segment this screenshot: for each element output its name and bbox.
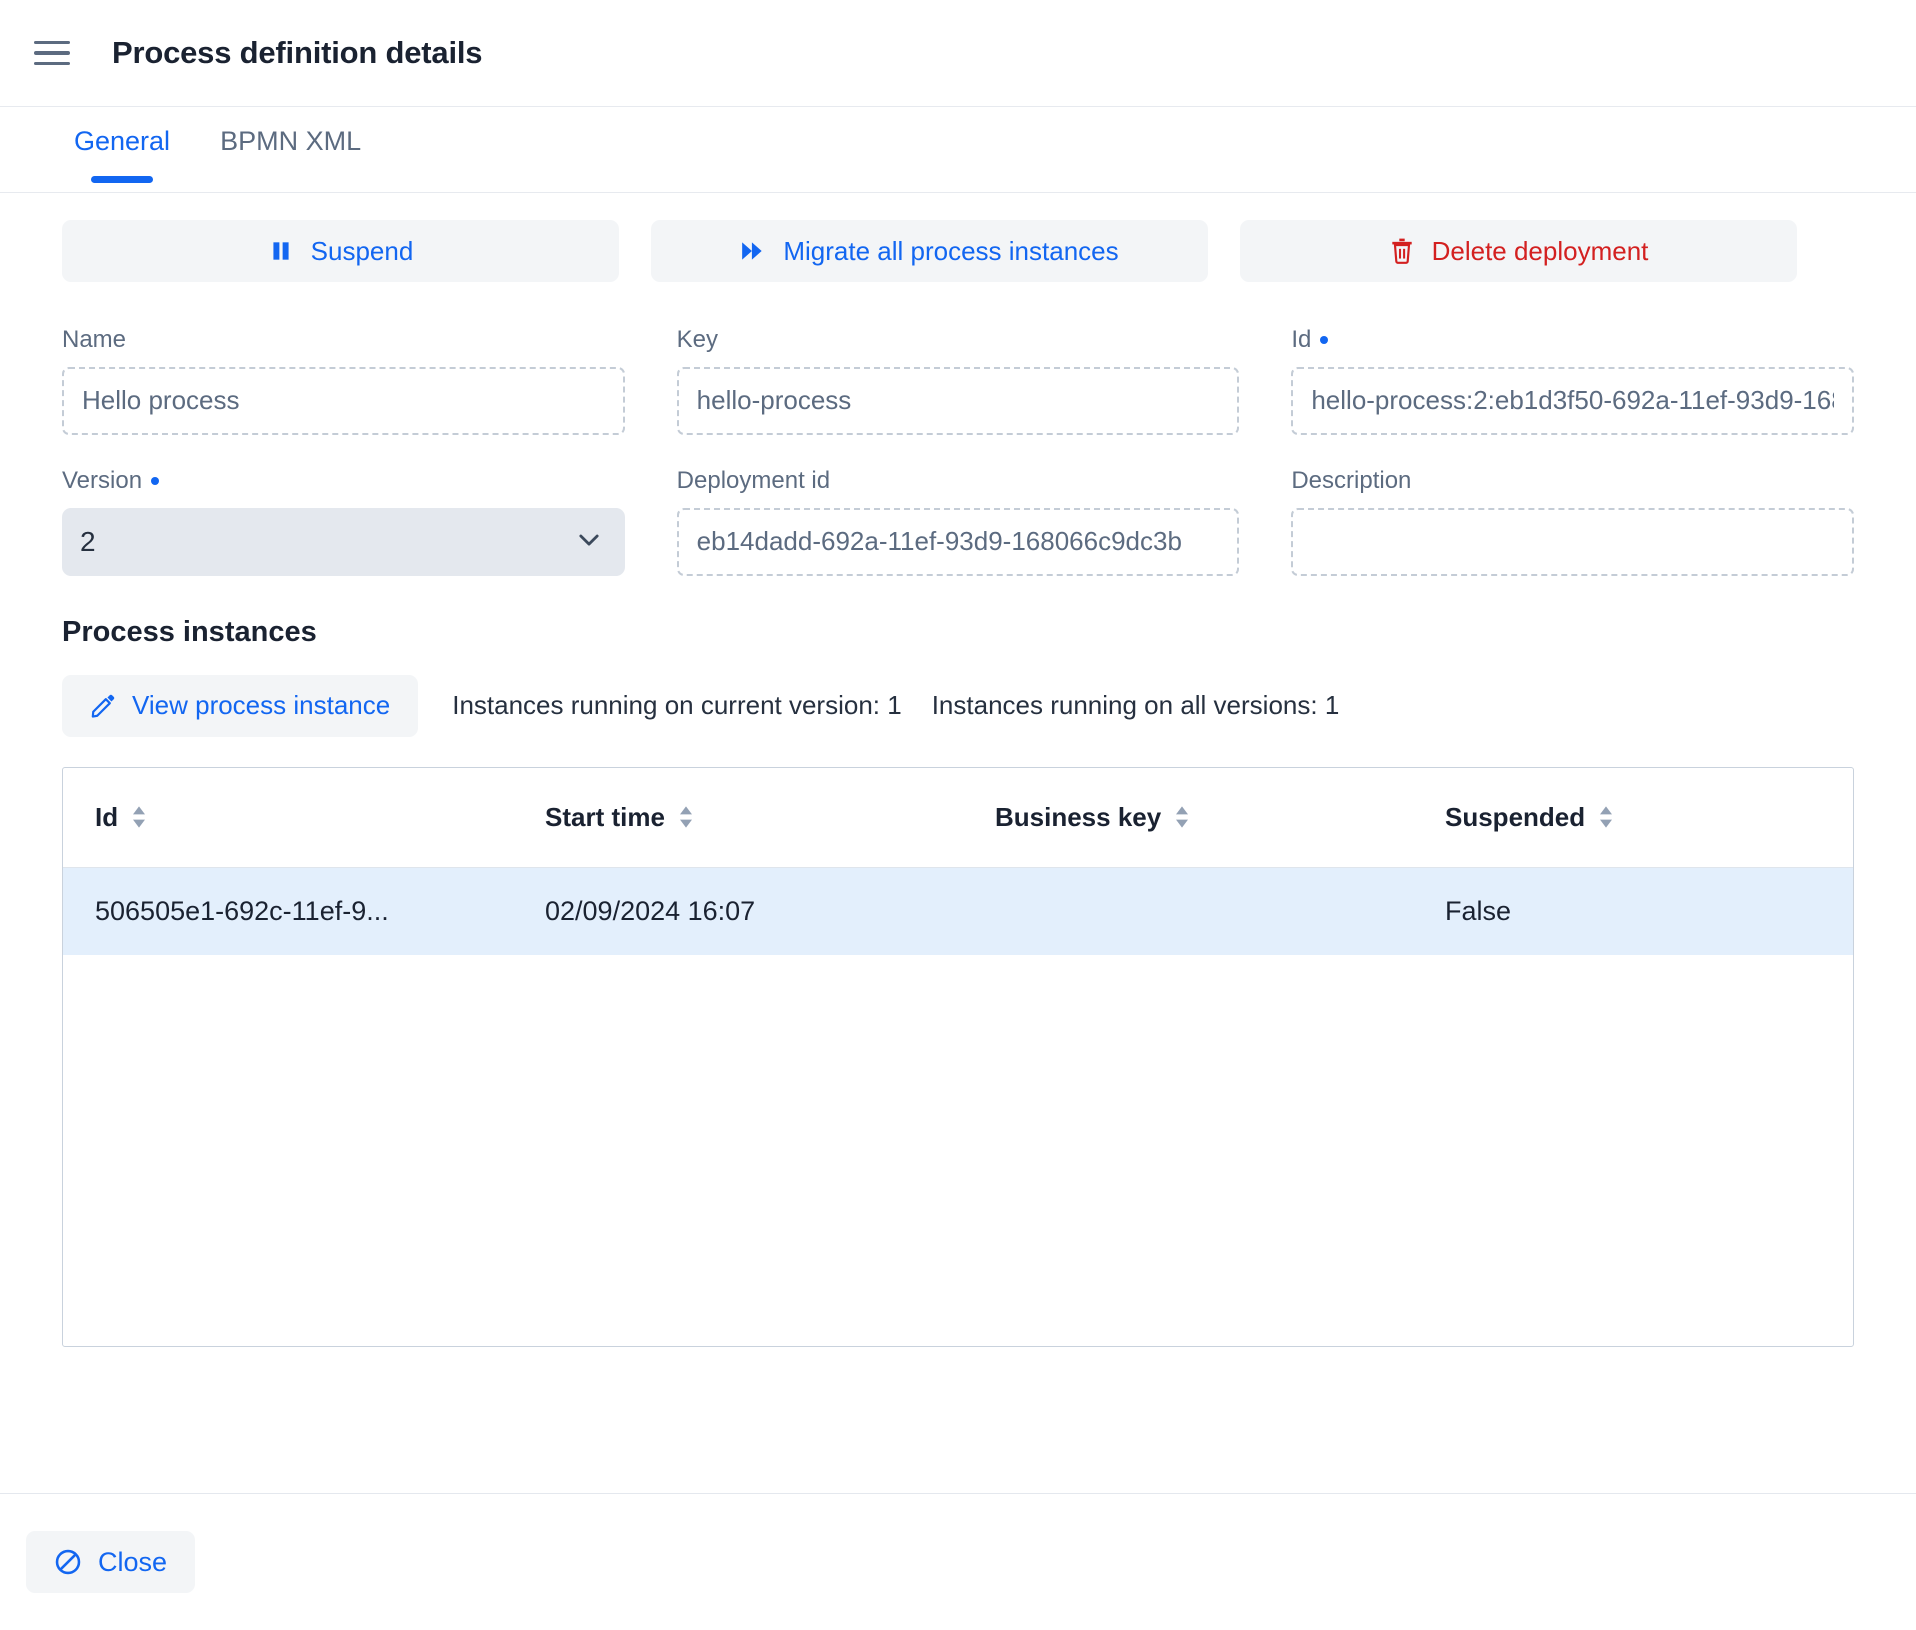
tab-bar: General BPMN XML [0,107,1916,193]
id-label-text: Id [1291,326,1311,355]
key-label-text: Key [677,326,718,355]
deployment-id-input[interactable] [677,508,1240,576]
suspend-button[interactable]: Suspend [62,220,619,282]
delete-deployment-button-label: Delete deployment [1432,238,1649,264]
name-label: Name [62,326,625,355]
form-row-2: Version 2 Deployment id [62,467,1854,576]
version-label-text: Version [62,467,142,496]
key-label: Key [677,326,1240,355]
pause-icon [268,238,294,264]
column-header-suspended[interactable]: Suspended [1413,768,1853,868]
key-input[interactable] [677,367,1240,435]
cell-suspended: False [1413,867,1853,955]
version-label: Version [62,467,625,496]
id-input[interactable] [1291,367,1854,435]
close-button-label: Close [98,1547,167,1578]
field-key: Key [677,326,1240,435]
required-dot-icon [1320,336,1328,344]
tab-bpmn-xml-label: BPMN XML [220,126,361,156]
hamburger-bar [34,62,70,66]
description-label: Description [1291,467,1854,496]
name-input[interactable] [62,367,625,435]
process-instances-table: Id Start time [63,768,1853,955]
deployment-id-label: Deployment id [677,467,1240,496]
column-header-id[interactable]: Id [63,768,513,868]
action-button-row: Suspend Migrate all process instances [0,193,1916,282]
view-process-instance-button[interactable]: View process instance [62,675,418,737]
name-label-text: Name [62,326,126,355]
close-button[interactable]: Close [26,1531,195,1593]
sort-arrows-icon[interactable] [130,805,148,829]
view-process-instance-label: View process instance [132,690,390,721]
form-row-1: Name Key Id [62,326,1854,435]
table-head: Id Start time [63,768,1853,868]
field-deployment-id: Deployment id [677,467,1240,576]
column-header-start-time[interactable]: Start time [513,768,963,868]
required-dot-icon [151,477,159,485]
top-bar: Process definition details [0,0,1916,107]
tab-bpmn-xml[interactable]: BPMN XML [208,116,373,183]
cell-id: 506505e1-692c-11ef-9... [63,867,513,955]
table-row[interactable]: 506505e1-692c-11ef-9... 02/09/2024 16:07… [63,867,1853,955]
field-version: Version 2 [62,467,625,576]
ban-circle-icon [54,1548,82,1576]
cell-business-key [963,867,1413,955]
sort-arrows-icon[interactable] [1173,805,1191,829]
sort-arrows-icon[interactable] [677,805,695,829]
tab-general-label: General [74,126,170,156]
column-header-business-key[interactable]: Business key [963,768,1413,868]
trash-icon [1389,237,1415,265]
column-header-business-key-label: Business key [995,802,1161,833]
pencil-icon [90,693,116,719]
column-header-id-label: Id [95,802,118,833]
page-title: Process definition details [112,35,482,71]
column-header-start-time-label: Start time [545,802,665,833]
instance-counts: Instances running on current version: 1 … [452,690,1339,721]
footer-bar: Close [0,1494,1916,1630]
cell-start-time: 02/09/2024 16:07 [513,867,963,955]
hamburger-menu-icon[interactable] [34,32,76,74]
tab-general[interactable]: General [62,116,182,183]
definition-form: Name Key Id Version [0,282,1916,576]
process-instances-heading: Process instances [0,608,1916,649]
column-header-suspended-label: Suspended [1445,802,1585,833]
version-select[interactable]: 2 [62,508,625,576]
sort-arrows-icon[interactable] [1597,805,1615,829]
field-id: Id [1291,326,1854,435]
process-instances-toolbar: View process instance Instances running … [0,649,1916,737]
suspend-button-label: Suspend [311,238,414,264]
version-select-wrapper: 2 [62,508,625,576]
deployment-id-label-text: Deployment id [677,467,830,496]
process-definition-details-page: Process definition details General BPMN … [0,0,1916,1630]
count-current-version: Instances running on current version: 1 [452,690,901,721]
field-name: Name [62,326,625,435]
description-label-text: Description [1291,467,1411,496]
migrate-all-process-instances-button[interactable]: Migrate all process instances [651,220,1208,282]
table-header-row: Id Start time [63,768,1853,868]
fast-forward-icon [740,238,766,264]
count-all-versions: Instances running on all versions: 1 [932,690,1340,721]
id-label: Id [1291,326,1854,355]
hamburger-bar [34,41,70,45]
table-body: 506505e1-692c-11ef-9... 02/09/2024 16:07… [63,867,1853,955]
delete-deployment-button[interactable]: Delete deployment [1240,220,1797,282]
field-description: Description [1291,467,1854,576]
description-input[interactable] [1291,508,1854,576]
hamburger-bar [34,51,70,55]
migrate-button-label: Migrate all process instances [783,238,1118,264]
process-instances-table-container: Id Start time [62,767,1854,1347]
